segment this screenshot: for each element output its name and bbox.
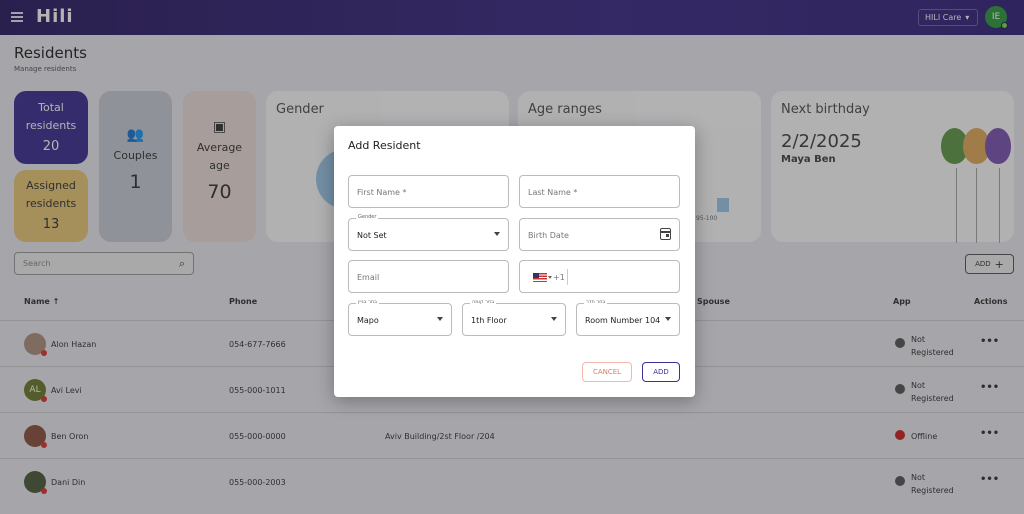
room-select[interactable]: בחר חדר Room Number 104 bbox=[576, 299, 680, 336]
floor-legend: בחר קומה bbox=[470, 299, 497, 305]
cancel-button[interactable]: CANCEL bbox=[582, 362, 632, 382]
birth-date-field[interactable]: Birth Date bbox=[519, 218, 680, 251]
building-value: Mapo bbox=[357, 316, 379, 325]
dropdown-arrow-icon bbox=[551, 317, 557, 321]
first-name-placeholder: First Name * bbox=[357, 188, 407, 197]
gender-legend: Gender bbox=[356, 214, 379, 220]
phone-field[interactable]: +1 bbox=[519, 260, 680, 293]
add-button[interactable]: ADD bbox=[642, 362, 680, 382]
room-value: Room Number 104 bbox=[585, 316, 661, 325]
building-select[interactable]: בחר בניין Mapo bbox=[348, 299, 452, 336]
us-flag-icon[interactable] bbox=[533, 273, 547, 282]
dropdown-arrow-icon bbox=[665, 317, 671, 321]
country-code: +1 bbox=[553, 273, 565, 282]
calendar-icon[interactable] bbox=[660, 228, 671, 240]
first-name-field[interactable]: First Name * bbox=[348, 175, 509, 208]
dropdown-arrow-icon bbox=[437, 317, 443, 321]
last-name-field[interactable]: Last Name * bbox=[519, 175, 680, 208]
country-dropdown-icon bbox=[548, 276, 552, 279]
dialog-title: Add Resident bbox=[348, 139, 421, 152]
email-field[interactable]: Email bbox=[348, 260, 509, 293]
email-placeholder: Email bbox=[357, 273, 380, 282]
room-legend: בחר חדר bbox=[584, 299, 608, 305]
last-name-placeholder: Last Name * bbox=[528, 188, 578, 197]
birth-date-placeholder: Birth Date bbox=[528, 231, 569, 240]
building-legend: בחר בניין bbox=[356, 299, 380, 305]
add-resident-dialog: Add Resident First Name * Last Name * Ge… bbox=[334, 126, 695, 397]
gender-select[interactable]: Gender Not Set bbox=[348, 214, 509, 251]
divider bbox=[567, 269, 568, 285]
floor-value: 1th Floor bbox=[471, 316, 507, 325]
gender-value: Not Set bbox=[357, 231, 387, 240]
floor-select[interactable]: בחר קומה 1th Floor bbox=[462, 299, 566, 336]
dropdown-arrow-icon bbox=[494, 232, 500, 236]
